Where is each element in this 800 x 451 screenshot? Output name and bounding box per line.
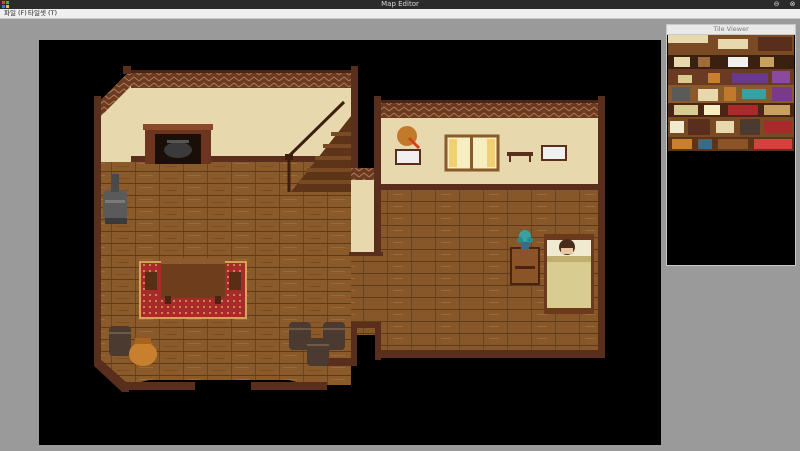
- bed-icon: [544, 234, 594, 314]
- window-icon: [444, 134, 500, 172]
- title-bar: Map Editor ⊖ ⊗: [0, 0, 800, 9]
- nightstand-icon: [510, 247, 540, 285]
- menu-tileset[interactable]: 타일셋 (T): [28, 9, 57, 18]
- app-icon: [2, 1, 9, 8]
- menu-file[interactable]: 파일 (F): [4, 9, 27, 18]
- close-icon[interactable]: ⊗: [789, 1, 796, 8]
- window-title: Map Editor: [381, 0, 419, 8]
- minimize-icon[interactable]: ⊖: [773, 1, 780, 8]
- tile-viewer-title: Tile Viewer: [667, 25, 795, 35]
- fireplace-icon: [143, 124, 213, 164]
- menu-bar: 파일 (F) 타일셋 (T): [0, 9, 800, 19]
- map-canvas[interactable]: [39, 40, 661, 445]
- tile-viewer-panel: Tile Viewer: [666, 24, 796, 266]
- tileset-sheet[interactable]: [668, 35, 794, 161]
